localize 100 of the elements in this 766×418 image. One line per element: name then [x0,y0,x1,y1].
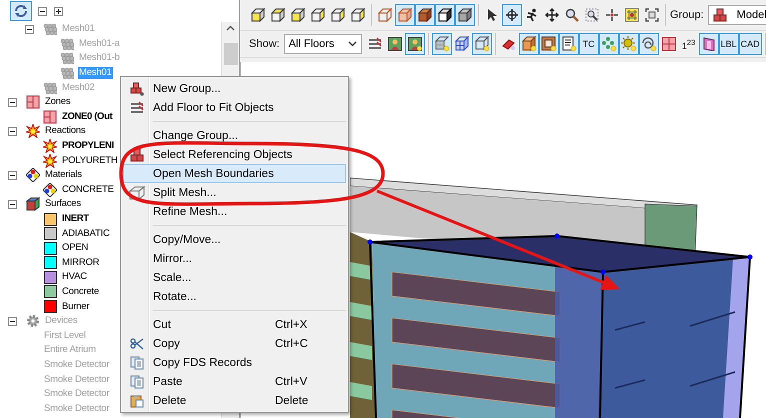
group-dropdown[interactable]: Model [708,5,766,25]
sync-button[interactable] [10,1,32,21]
collapse-all-button[interactable] [36,5,48,17]
menu-item[interactable]: Copy FDS Records [123,353,346,372]
collapse-icon [38,6,46,16]
menu-item[interactable]: Scale... [123,268,346,287]
cube-icon [457,7,473,23]
mesh-icon [43,80,57,95]
tree-item[interactable]: ZONE0 (Out [61,110,114,123]
tree-item[interactable]: ADIABATIC [61,228,111,240]
scissors-icon [130,336,144,350]
explosion-icon [43,154,57,168]
toolbar-button[interactable] [558,33,579,55]
toolbar-button[interactable] [698,33,719,55]
toolbar-button[interactable] [404,33,425,55]
scroll-thumb[interactable] [224,43,238,65]
toolbar-button[interactable]: CAD [738,33,762,55]
toolbar-button[interactable] [538,33,559,55]
wireframe-cube-icon [474,36,490,52]
toolbar-button[interactable] [455,4,475,26]
cubes-icon [712,8,727,22]
floor-dropdown[interactable]: All Floors [284,34,362,54]
cubes-icon [130,148,144,162]
tree-item[interactable]: Reactions [44,125,86,138]
sun-icon [620,36,637,52]
tree-item[interactable]: Burner [61,300,90,313]
cube-icon [250,7,266,23]
toolbar-button[interactable] [432,33,452,55]
toolbar-button[interactable] [415,4,435,26]
mesh-icon [60,51,74,66]
toolbar-button[interactable]: TC [578,33,599,55]
mesh-icon [60,36,74,51]
menu-item[interactable]: Copy Ctrl+C [123,334,346,353]
pointer-icon [485,8,499,22]
tree-item[interactable]: INERT [61,213,90,226]
collapse-icon [8,126,17,136]
dots-icon [600,36,617,52]
cube-icon [437,7,453,23]
tree-item[interactable]: OPEN [61,242,90,254]
tree-item[interactable]: POLYURETH [61,154,119,167]
menu-item[interactable]: Mirror... [123,249,346,268]
menu-item[interactable]: Rotate... [123,287,346,306]
toolbar-button[interactable] [638,33,659,55]
toolbar-button[interactable] [518,33,539,55]
wireframe-cube-icon [129,186,145,200]
toolbar-button[interactable]: LBL [718,33,739,55]
cube-icon [26,197,40,212]
tree-item[interactable]: MIRROR [61,256,100,269]
cube-icon [330,7,346,23]
menu-item[interactable]: Select Referencing Objects [123,145,346,164]
toolbar-button[interactable] [435,4,455,26]
tree-item[interactable]: Surfaces [44,198,82,210]
eraser-icon [502,37,516,51]
tree-item[interactable]: PROPYLENI [61,140,115,152]
expand-all-button[interactable] [52,5,64,17]
mesh-icon [454,36,470,52]
explosion-icon [43,139,57,154]
chevron-down-icon [348,41,357,47]
floors-icon [130,100,144,114]
collapse-icon [8,316,17,326]
menu-item[interactable]: New Group... [123,79,346,98]
menu-item[interactable]: Cut Ctrl+X [123,315,346,334]
menu-item[interactable]: Copy/Move... [123,230,346,249]
sync-icon [14,4,28,18]
tree-item[interactable]: Concrete [61,286,100,298]
tree-item[interactable]: CONCRETE [61,184,115,196]
menu-item[interactable]: Delete Delete [123,391,346,410]
grid-icon [625,8,639,22]
clipboard-icon [130,394,144,408]
collapse-icon [25,24,34,34]
zone-icon [43,110,57,124]
cubes-icon [130,82,144,96]
menu-item[interactable]: Open Mesh Boundaries [123,164,346,183]
toolbar-button[interactable] [502,4,522,26]
person-icon [408,37,422,51]
wireframe-cube-icon [434,36,450,52]
menu-item[interactable]: Change Group... [123,126,346,145]
tree-item[interactable]: Materials [44,169,83,182]
collapse-icon [8,200,17,209]
menu-item[interactable]: Refine Mesh... [123,202,346,221]
running-figure-icon [525,8,539,22]
explosion-icon [26,124,40,138]
menu-item[interactable]: Paste Ctrl+V [123,372,346,391]
cube-icon [290,7,306,23]
frame-icon [540,36,557,52]
collapse-icon [8,98,17,107]
menu-item[interactable]: Add Floor to Fit Objects [123,98,346,117]
zone-icon [26,95,40,110]
expand-icon [54,6,62,16]
swirl-icon [640,36,657,52]
cube-icon [350,7,366,23]
mesh-icon [43,22,57,36]
toolbar-button[interactable] [472,33,492,55]
tree-item[interactable]: HVAC [61,271,88,284]
documents-icon [130,374,144,388]
cube-icon [417,7,433,23]
tree-item[interactable]: Zones [44,96,72,108]
mesh-icon [60,66,74,80]
scroll-up-icon [226,25,235,31]
menu-item[interactable]: Split Mesh... [123,183,346,202]
